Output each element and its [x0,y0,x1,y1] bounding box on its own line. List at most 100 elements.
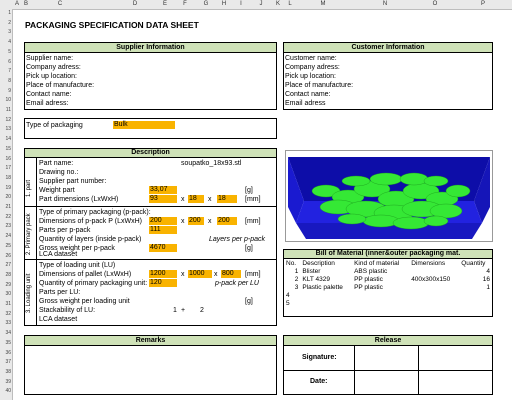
primary-width-input[interactable]: 200 [188,217,204,225]
row-header-9[interactable]: 9 [0,88,11,94]
bom-material[interactable]: PP plastic [352,283,409,291]
row-header-33[interactable]: 33 [0,320,11,326]
bom-row[interactable]: 4 [284,291,492,299]
row-header-14[interactable]: 14 [0,136,11,142]
column-header-l[interactable]: L [286,1,294,7]
weight-part-input[interactable]: 33,07 [149,186,177,194]
column-header-i[interactable]: I [236,1,246,7]
bom-material[interactable] [352,291,409,299]
row-header-37[interactable]: 37 [0,359,11,365]
row-header-20[interactable]: 20 [0,194,11,200]
part-name-value[interactable]: soupatko_18x93.stl [181,159,241,168]
row-header-17[interactable]: 17 [0,165,11,171]
part-width-input[interactable]: 18 [188,195,204,203]
column-header-j[interactable]: J [256,1,266,7]
stackability-a[interactable]: 1 [173,306,177,315]
column-header-m[interactable]: M [318,1,328,7]
row-header-12[interactable]: 12 [0,117,11,123]
bom-quantity[interactable] [459,291,492,299]
bom-row[interactable]: 1 Blister ABS plastic 4 [284,267,492,275]
bom-quantity[interactable]: 16 [459,275,492,283]
column-header-n[interactable]: N [380,1,390,7]
row-header-24[interactable]: 24 [0,233,11,239]
bom-material[interactable] [352,299,409,307]
remarks-box[interactable]: Remarks [24,335,277,395]
row-header-35[interactable]: 35 [0,340,11,346]
column-header-h[interactable]: H [219,1,229,7]
row-header-8[interactable]: 8 [0,78,11,84]
row-header-38[interactable]: 38 [0,369,11,375]
row-header-31[interactable]: 31 [0,301,11,307]
bom-desc[interactable]: Blister [300,267,352,275]
column-header-o[interactable]: O [430,1,440,7]
bom-dimensions[interactable] [409,283,459,291]
stackability-b[interactable]: 2 [200,306,204,315]
column-header-c[interactable]: C [55,1,65,7]
bom-material[interactable]: PP plastic [352,275,409,283]
row-header-16[interactable]: 16 [0,156,11,162]
part-height-input[interactable]: 18 [217,195,237,203]
row-header-32[interactable]: 32 [0,311,11,317]
bom-row[interactable]: 5 [284,299,492,307]
row-header-6[interactable]: 6 [0,59,11,65]
row-header-30[interactable]: 30 [0,291,11,297]
row-header-7[interactable]: 7 [0,68,11,74]
signature-field[interactable] [355,347,417,369]
row-header-40[interactable]: 40 [0,388,11,394]
bom-dimensions[interactable] [409,267,459,275]
row-header-36[interactable]: 36 [0,350,11,356]
bom-dimensions[interactable] [409,299,459,307]
column-header-b[interactable]: B [22,1,30,7]
bom-quantity[interactable] [459,299,492,307]
row-header-3[interactable]: 3 [0,29,11,35]
pallet-width-input[interactable]: 1000 [188,270,212,278]
column-header-k[interactable]: K [274,1,282,7]
row-header-4[interactable]: 4 [0,39,11,45]
bom-quantity[interactable]: 4 [459,267,492,275]
row-header-39[interactable]: 39 [0,379,11,385]
pallet-height-input[interactable]: 800 [221,270,241,278]
column-header-a[interactable]: A [13,1,21,7]
primary-length-input[interactable]: 200 [149,217,177,225]
parts-per-pack-input[interactable]: 111 [149,226,177,234]
row-header-25[interactable]: 25 [0,243,11,249]
row-header-22[interactable]: 22 [0,214,11,220]
pallet-length-input[interactable]: 1200 [149,270,177,278]
row-header-28[interactable]: 28 [0,272,11,278]
row-header-2[interactable]: 2 [0,20,11,26]
bom-desc[interactable] [300,291,352,299]
bom-desc[interactable]: KLT 4329 [300,275,352,283]
column-header-p[interactable]: P [478,1,488,7]
row-header-23[interactable]: 23 [0,223,11,229]
bom-row[interactable]: 2 KLT 4329 PP plastic 400x300x150 16 [284,275,492,283]
row-header-29[interactable]: 29 [0,282,11,288]
row-header-19[interactable]: 19 [0,185,11,191]
date-field[interactable] [355,371,417,393]
bom-dimensions[interactable] [409,291,459,299]
bom-desc[interactable]: Plastic palette [300,283,352,291]
column-header-g[interactable]: G [201,1,211,7]
primary-height-input[interactable]: 200 [217,217,237,225]
column-header-e[interactable]: E [160,1,170,7]
part-length-input[interactable]: 93 [149,195,177,203]
row-header-34[interactable]: 34 [0,330,11,336]
row-header-11[interactable]: 11 [0,107,11,113]
row-header-27[interactable]: 27 [0,262,11,268]
gross-pack-input[interactable]: 4670 [149,244,177,252]
bom-material[interactable]: ABS plastic [352,267,409,275]
row-header-26[interactable]: 26 [0,253,11,259]
row-header-21[interactable]: 21 [0,204,11,210]
row-header-5[interactable]: 5 [0,49,11,55]
row-header-13[interactable]: 13 [0,126,11,132]
packaging-type-input[interactable]: Bulk [113,121,175,129]
column-header-f[interactable]: F [180,1,190,7]
bom-dimensions[interactable]: 400x300x150 [409,275,459,283]
row-header-15[interactable]: 15 [0,146,11,152]
row-header-18[interactable]: 18 [0,175,11,181]
qty-primary-input[interactable]: 120 [149,279,177,287]
bom-row[interactable]: 3 Plastic palette PP plastic 1 [284,283,492,291]
bom-desc[interactable] [300,299,352,307]
row-header-1[interactable]: 1 [0,10,11,16]
row-header-10[interactable]: 10 [0,97,11,103]
column-header-d[interactable]: D [130,1,140,7]
